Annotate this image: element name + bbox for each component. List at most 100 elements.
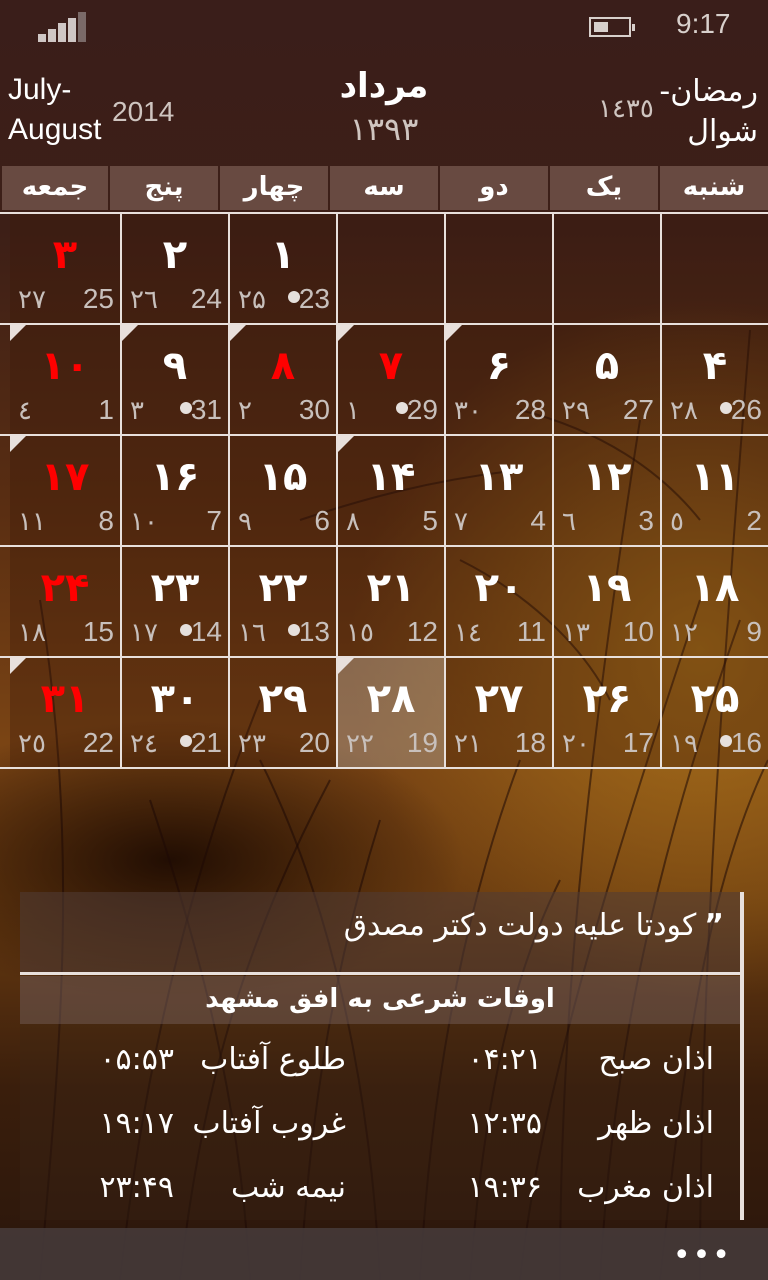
hijri-day-number: ۲۷ (18, 285, 46, 315)
gregorian-day-number: 31 (190, 394, 222, 425)
calendar-day[interactable]: ۲۷ ۲۱ 18 (444, 658, 552, 767)
hijri-day-number: ٥ (670, 507, 684, 537)
hijri-day-number: ۲۳ (238, 729, 266, 759)
calendar-week-row: ۴ ۲۸ 26 ۵ ۲۹ 27 ۶ ۳۰ 28 ۷ ۱ 29 ۸ ۲ 30 ۹ ۳ 31 ۱۰ ٤ 1 (0, 325, 768, 436)
persian-day-number: ۱۸ (690, 565, 740, 611)
hijri-year: ۱٤۳٥ (598, 94, 654, 124)
hijri-day-number: ۹ (238, 507, 252, 537)
prayer-time: ۱۹:۱۷ (99, 1106, 174, 1141)
calendar-day[interactable]: ۱۶ ۱۰ 7 (120, 436, 228, 545)
prayer-time: ۰۵:۵۳ (99, 1042, 174, 1077)
calendar-day[interactable]: ۱۰ ٤ 1 (10, 325, 120, 434)
persian-day-number: ۱۱ (690, 454, 740, 500)
hijri-day-number: ۱۰ (130, 507, 158, 537)
hijri-day-number: ٦ (562, 507, 576, 537)
persian-day-number: ۱۷ (40, 454, 90, 500)
calendar-day[interactable]: ۳۰ ۲٤ 21 (120, 658, 228, 767)
event-item[interactable]: ”کودتا علیه دولت دکتر مصدق (20, 892, 740, 972)
gregorian-day-number: 22 (82, 727, 114, 758)
calendar-day[interactable]: ۴ ۲۸ 26 (660, 325, 768, 434)
persian-day-number: ۲۷ (474, 676, 524, 722)
hijri-day-number: ۲٤ (130, 729, 158, 759)
gregorian-day-number: 29 (406, 394, 438, 425)
hijri-day-number: ۱۷ (130, 618, 158, 648)
calendar-day[interactable]: ۱۷ ۱۱ 8 (10, 436, 120, 545)
gregorian-day-number: 24 (190, 283, 222, 314)
calendar-day[interactable]: ۱۵ ۹ 6 (228, 436, 336, 545)
hijri-day-number: ۱۹ (670, 729, 698, 759)
calendar-day[interactable]: ۱۲ ٦ 3 (552, 436, 660, 545)
event-corner-marker-icon (230, 325, 246, 341)
calendar-day[interactable]: ۲۲ ۱٦ 13 (228, 547, 336, 656)
prayer-time: ۱۲:۳۵ (467, 1106, 542, 1141)
persian-day-number: ۲۹ (258, 676, 308, 722)
calendar-day-today[interactable]: ۲۸ ۲۲ 19 (336, 658, 444, 767)
calendar-day[interactable]: ۵ ۲۹ 27 (552, 325, 660, 434)
persian-day-number: ۱۶ (150, 454, 200, 500)
hijri-day-number: ۱۸ (18, 618, 46, 648)
calendar-day[interactable]: ۲۹ ۲۳ 20 (228, 658, 336, 767)
gregorian-day-number: 15 (82, 616, 114, 647)
persian-day-number: ۱۴ (366, 454, 416, 500)
calendar-day[interactable]: ۱ ۲۵ 23 (228, 214, 336, 323)
event-corner-marker-icon (446, 325, 462, 341)
gregorian-day-number: 21 (190, 727, 222, 758)
event-corner-marker-icon (338, 658, 354, 674)
calendar-day[interactable]: ۱۱ ٥ 2 (660, 436, 768, 545)
hijri-day-number: ۳ (130, 396, 144, 426)
calendar-day[interactable]: ۱۸ ۱۲ 9 (660, 547, 768, 656)
event-corner-marker-icon (10, 436, 26, 452)
gregorian-day-number: 27 (622, 394, 654, 425)
calendar-day[interactable]: ۷ ۱ 29 (336, 325, 444, 434)
prayer-name: اذان مغرب (577, 1170, 714, 1205)
calendar-day[interactable]: ۲۶ ۲۰ 17 (552, 658, 660, 767)
calendar-day[interactable]: ۲۵ ۱۹ 16 (660, 658, 768, 767)
gregorian-day-number: 26 (730, 394, 762, 425)
calendar-day[interactable]: ۱۴ ۸ 5 (336, 436, 444, 545)
hijri-day-number: ۱۲ (670, 618, 698, 648)
calendar-day[interactable]: ۳ ۲۷ 25 (10, 214, 120, 323)
prayer-name: اذان صبح (598, 1042, 715, 1077)
calendar-day[interactable]: ۲۰ ۱٤ 11 (444, 547, 552, 656)
persian-day-number: ۳ (52, 232, 78, 278)
calendar-day[interactable]: ۲۴ ۱۸ 15 (10, 547, 120, 656)
event-corner-marker-icon (338, 436, 354, 452)
persian-day-number: ۲۵ (690, 676, 740, 722)
gregorian-day-number: 10 (622, 616, 654, 647)
calendar-day[interactable]: ۶ ۳۰ 28 (444, 325, 552, 434)
calendar-day[interactable]: ۸ ۲ 30 (228, 325, 336, 434)
persian-day-number: ۳۱ (40, 676, 90, 722)
gregorian-day-number: 9 (746, 616, 762, 647)
hijri-day-number: ۸ (346, 507, 360, 537)
gregorian-day-number: 3 (638, 505, 654, 536)
hijri-month[interactable]: رمضان- شوال (659, 72, 758, 152)
hijri-day-number: ۱٥ (346, 618, 374, 648)
weekday-thursday: پنج (110, 166, 218, 210)
calendar-day[interactable]: ۲۱ ۱٥ 12 (336, 547, 444, 656)
hijri-day-number: ۱۳ (562, 618, 590, 648)
persian-day-number: ۲۱ (366, 565, 416, 611)
prayer-time: ۱۹:۳۶ (467, 1170, 542, 1205)
gregorian-day-number: 23 (298, 283, 330, 314)
calendar-day[interactable]: ۹ ۳ 31 (120, 325, 228, 434)
divider (20, 972, 740, 975)
calendar-day[interactable]: ۳۱ ۲٥ 22 (10, 658, 120, 767)
hijri-day-number: ٤ (18, 396, 32, 426)
hijri-day-number: ۲۲ (346, 729, 374, 759)
calendar-day[interactable]: ۱۳ ۷ 4 (444, 436, 552, 545)
persian-day-number: ۲۳ (150, 565, 200, 611)
persian-day-number: ۳۰ (150, 676, 200, 722)
gregorian-day-number: 4 (530, 505, 546, 536)
hijri-day-number: ۲٦ (130, 285, 158, 315)
calendar-day[interactable]: ۲۳ ۱۷ 14 (120, 547, 228, 656)
persian-day-number: ۱۵ (258, 454, 308, 500)
prayer-name: نیمه شب (231, 1170, 346, 1205)
persian-day-number: ۲۶ (582, 676, 632, 722)
calendar-day[interactable]: ۱۹ ۱۳ 10 (552, 547, 660, 656)
event-corner-marker-icon (10, 658, 26, 674)
calendar-day[interactable]: ۲ ۲٦ 24 (120, 214, 228, 323)
more-ellipsis-icon[interactable]: ••• (673, 1238, 732, 1273)
gregorian-day-number: 12 (406, 616, 438, 647)
persian-day-number: ۴ (702, 343, 728, 389)
gregorian-day-number: 25 (82, 283, 114, 314)
